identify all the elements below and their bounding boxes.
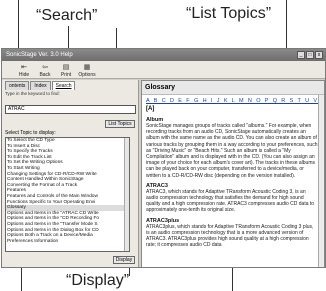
content-scrollbar[interactable] bbox=[318, 95, 324, 267]
tab-search[interactable]: Search bbox=[51, 81, 76, 90]
glossary-definition: SonicStage manages groups of tracks call… bbox=[146, 123, 318, 179]
print-label: Print bbox=[60, 72, 72, 78]
topic-list[interactable]: To Select the CD Type To Insert a Disc T… bbox=[5, 137, 130, 252]
glossary-definition: ATRAC3plus, which stands for Adaptive TR… bbox=[146, 223, 314, 249]
search-input[interactable] bbox=[5, 104, 136, 114]
minimize-button[interactable]: _ bbox=[297, 51, 305, 59]
search-callout: “Search” bbox=[36, 7, 98, 24]
list-topics-callout: “List Topics” bbox=[186, 5, 272, 22]
maximize-button[interactable]: □ bbox=[306, 51, 314, 59]
glossary-header: Glossary bbox=[142, 81, 324, 95]
glossary-content: Album SonicStage manages groups of track… bbox=[142, 117, 324, 248]
close-button[interactable]: x bbox=[315, 51, 323, 59]
select-topic-label: Select Topic to display: bbox=[5, 130, 56, 136]
title-bar: SonicStage Ver. 3.0 Help _ □ x bbox=[2, 49, 325, 61]
back-arrow-icon: ⇦ bbox=[42, 64, 48, 71]
content-pane: Glossary A B C D E F G H I J K L M N O P… bbox=[141, 80, 325, 267]
list-topics-button[interactable]: List Topics bbox=[105, 120, 135, 128]
tab-bar: ontents Index Search bbox=[2, 81, 138, 90]
window-title: SonicStage Ver. 3.0 Help bbox=[6, 52, 73, 58]
keyword-label: Type in the keyword to find: bbox=[5, 91, 60, 96]
options-label: Options bbox=[78, 72, 96, 78]
display-callout: “Display” bbox=[66, 272, 130, 289]
glossary-definition: ATRAC3, which stands for Adaptive TRansf… bbox=[146, 188, 315, 214]
options-button[interactable]: ▦ Options bbox=[78, 64, 96, 78]
display-button[interactable]: Display bbox=[113, 256, 135, 264]
hide-button[interactable]: ⇤ Hide bbox=[16, 64, 32, 78]
print-button[interactable]: ▤ Print bbox=[58, 64, 74, 78]
tab-contents[interactable]: ontents bbox=[5, 81, 30, 90]
alphabet-links[interactable]: A B C D E F G H I J K L M N O P Q R S T … bbox=[142, 95, 324, 105]
printer-icon: ▤ bbox=[62, 64, 70, 71]
help-window: SonicStage Ver. 3.0 Help _ □ x ⇤ Hide ⇦ … bbox=[1, 48, 326, 268]
hide-label: Hide bbox=[18, 72, 30, 78]
back-label: Back bbox=[39, 72, 51, 78]
options-icon: ▦ bbox=[83, 64, 91, 71]
topic-list-scrollbar[interactable] bbox=[124, 138, 129, 251]
toolbar: ⇤ Hide ⇦ Back ▤ Print ▦ Options bbox=[2, 61, 325, 79]
back-button[interactable]: ⇦ Back bbox=[37, 64, 53, 78]
topic-item[interactable]: Preferences Information bbox=[6, 239, 129, 245]
hide-icon: ⇤ bbox=[21, 64, 27, 71]
tab-index[interactable]: Index bbox=[30, 81, 51, 90]
section-heading: [A] bbox=[146, 106, 155, 112]
navigation-pane: ontents Index Search Type in the keyword… bbox=[2, 80, 139, 267]
